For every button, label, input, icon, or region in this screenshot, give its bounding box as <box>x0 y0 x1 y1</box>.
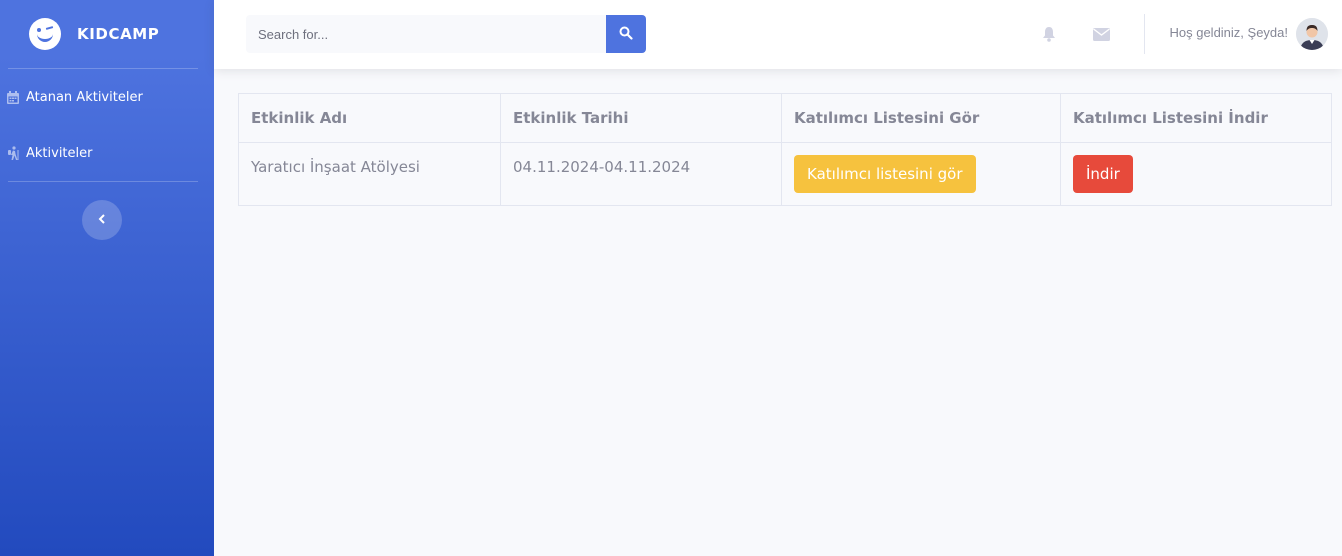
column-header-activity-date: Etkinlik Tarihi <box>500 93 782 143</box>
download-button[interactable]: İndir <box>1073 155 1133 193</box>
activities-table: Etkinlik Adı Etkinlik Tarihi Katılımcı L… <box>238 93 1332 206</box>
sidebar-item-assigned-activities[interactable]: Atanan Aktiviteler <box>0 69 214 125</box>
activities-table-container: Etkinlik Adı Etkinlik Tarihi Katılımcı L… <box>238 93 1332 206</box>
column-header-view-list: Katılımcı Listesini Gör <box>781 93 1061 143</box>
activity-date-cell: 04.11.2024-04.11.2024 <box>500 142 782 206</box>
hiking-icon <box>6 146 20 160</box>
brand-logo-icon <box>29 18 61 50</box>
sidebar-item-label: Atanan Aktiviteler <box>26 89 143 105</box>
sidebar-item-label: Aktiviteler <box>26 145 93 161</box>
column-header-download-list: Katılımcı Listesini İndir <box>1060 93 1332 143</box>
avatar[interactable] <box>1296 18 1328 50</box>
search-icon <box>619 25 633 44</box>
sidebar: KIDCAMP Atanan Aktiviteler Aktiviteler <box>0 0 214 556</box>
column-header-activity-name: Etkinlik Adı <box>238 93 501 143</box>
envelope-icon[interactable] <box>1091 24 1111 44</box>
sidebar-divider <box>8 181 198 182</box>
table-header-row: Etkinlik Adı Etkinlik Tarihi Katılımcı L… <box>238 93 1332 143</box>
sidebar-item-activities[interactable]: Aktiviteler <box>0 125 214 181</box>
download-list-cell: İndir <box>1060 142 1332 206</box>
brand-name: KIDCAMP <box>77 25 160 43</box>
topbar: Hoş geldiniz, Şeyda! <box>214 0 1342 69</box>
chevron-left-icon <box>98 212 106 228</box>
view-list-cell: Katılımcı listesini gör <box>781 142 1061 206</box>
bell-icon[interactable] <box>1039 24 1059 44</box>
view-participants-button[interactable]: Katılımcı listesini gör <box>794 155 976 193</box>
calendar-icon <box>6 90 20 104</box>
activity-name-cell: Yaratıcı İnşaat Atölyesi <box>238 142 501 206</box>
search-input[interactable] <box>246 15 606 53</box>
table-row: Yaratıcı İnşaat Atölyesi 04.11.2024-04.1… <box>238 142 1332 206</box>
search-button[interactable] <box>606 15 646 53</box>
welcome-text[interactable]: Hoş geldiniz, Şeyda! <box>1169 25 1288 40</box>
sidebar-toggle-button[interactable] <box>82 200 122 240</box>
brand[interactable]: KIDCAMP <box>0 0 214 68</box>
topbar-divider <box>1144 14 1145 54</box>
search-bar <box>246 15 646 53</box>
